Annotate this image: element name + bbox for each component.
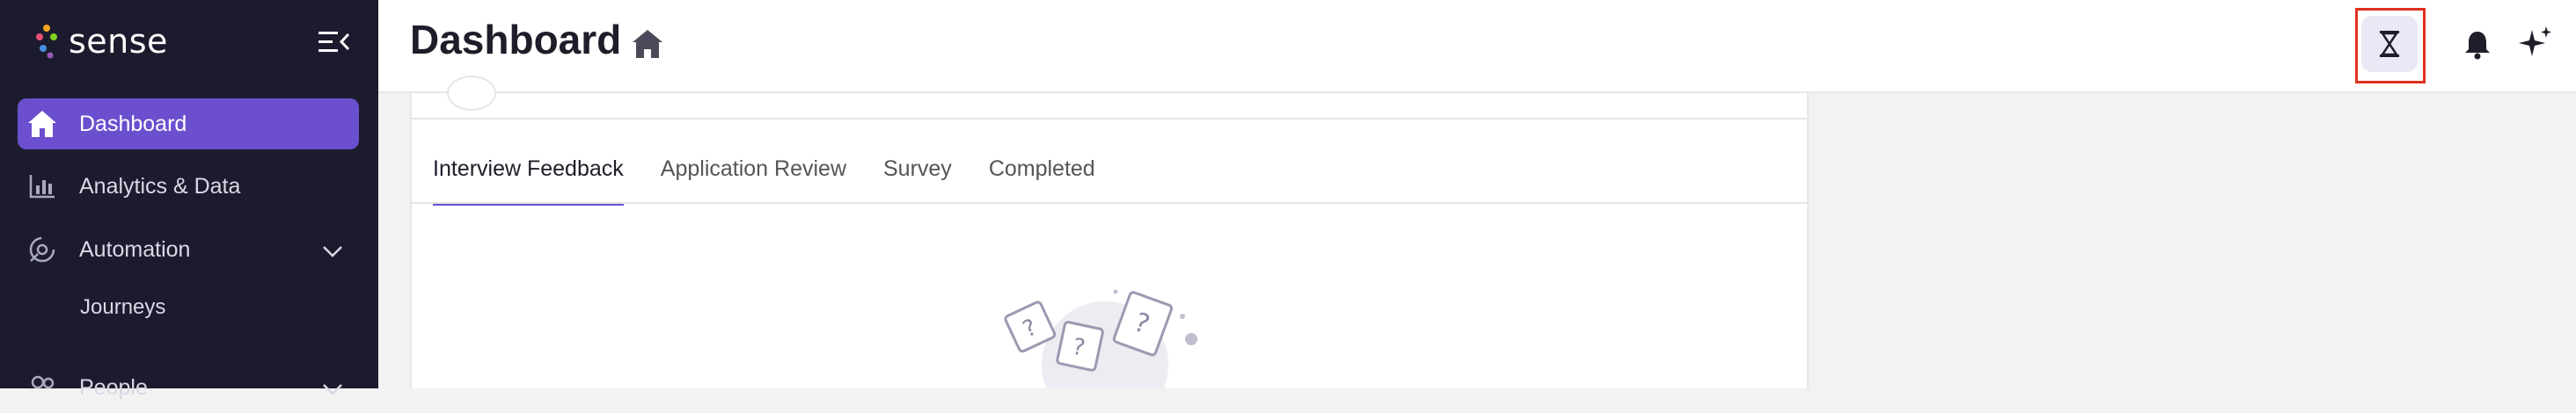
sidebar-subitem-journeys[interactable]: Journeys: [80, 295, 165, 320]
tab-completed[interactable]: Completed: [989, 156, 1095, 206]
card-top-divider: [412, 76, 1807, 120]
highlight-box: [2355, 8, 2426, 83]
tab-interview-feedback[interactable]: Interview Feedback: [433, 156, 624, 206]
tab-survey[interactable]: Survey: [883, 156, 952, 206]
sidebar-item-people[interactable]: People: [18, 362, 359, 413]
tabs-divider: [412, 202, 1807, 204]
collapse-sidebar-icon[interactable]: [317, 26, 352, 58]
sidebar-item-dashboard[interactable]: Dashboard: [18, 98, 359, 149]
sidebar-item-label: Dashboard: [79, 111, 187, 136]
avatar: [447, 76, 496, 111]
chevron-down-icon[interactable]: [320, 238, 345, 263]
sidebar-item-label: Automation: [79, 236, 191, 262]
sidebar-item-label: Analytics & Data: [79, 173, 241, 199]
sidebar: sense Dashboard Analytics & Data Automat…: [0, 0, 378, 400]
home-icon: [25, 106, 60, 141]
sparkle-icon[interactable]: [2514, 23, 2557, 65]
empty-state-illustration: ? ? ?: [1004, 289, 1197, 388]
brand-name: sense: [69, 22, 168, 61]
bar-chart-icon: [25, 169, 60, 204]
brand-logo[interactable]: sense: [35, 19, 168, 63]
bell-icon[interactable]: [2458, 25, 2497, 63]
sidebar-item-label: People: [79, 374, 148, 400]
home-icon: [633, 30, 662, 58]
chevron-down-icon[interactable]: [320, 376, 345, 401]
header: Dashboard: [378, 0, 2576, 93]
automation-icon: [25, 232, 60, 267]
sidebar-item-analytics[interactable]: Analytics & Data: [18, 161, 359, 212]
tab-application-review[interactable]: Application Review: [661, 156, 846, 206]
logo-mark-icon: [36, 25, 57, 59]
people-icon: [25, 370, 60, 405]
sidebar-item-automation[interactable]: Automation: [18, 224, 359, 275]
tab-bar: Interview Feedback Application Review Su…: [433, 156, 1132, 206]
page-title: Dashboard: [410, 17, 622, 62]
